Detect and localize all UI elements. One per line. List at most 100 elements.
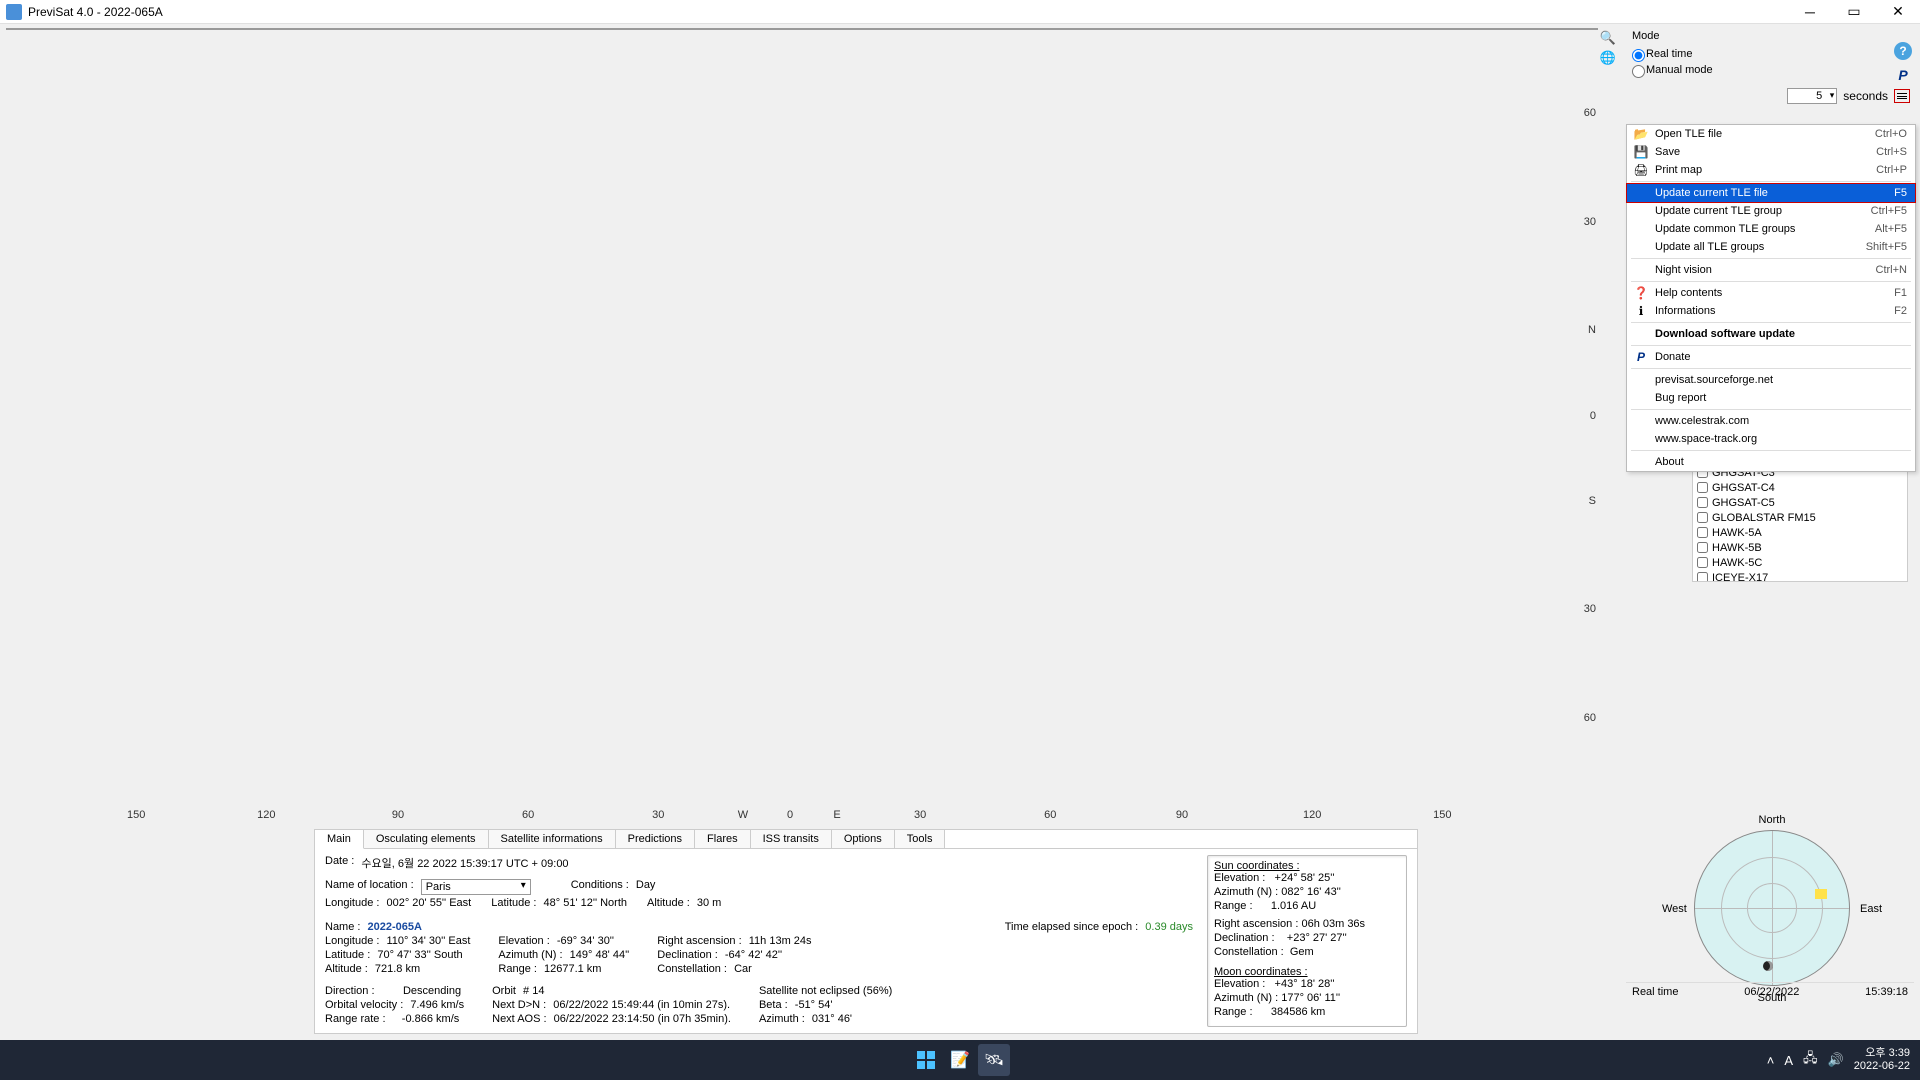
- loc-name-label: Name of location :: [325, 879, 414, 895]
- paypal-icon[interactable]: P: [1894, 66, 1912, 84]
- menu-bug-report[interactable]: Bug report: [1627, 389, 1915, 407]
- app-icon: [6, 4, 22, 20]
- map-side-tools: 🔍 🌐: [1600, 26, 1618, 823]
- satlist-item[interactable]: HAWK-5B: [1693, 540, 1907, 555]
- lat-tick: 0: [1590, 410, 1596, 422]
- taskbar-previsat[interactable]: 🛰: [978, 1044, 1010, 1076]
- folder-icon: 📂: [1633, 126, 1649, 142]
- menu-print[interactable]: 🖨Print mapCtrl+P: [1627, 161, 1915, 179]
- lat-tick: 30: [1584, 603, 1596, 615]
- satlist-item[interactable]: HAWK-5A: [1693, 525, 1907, 540]
- menu-update-common-groups[interactable]: Update common TLE groupsAlt+F5: [1627, 220, 1915, 238]
- menu-about[interactable]: About: [1627, 453, 1915, 471]
- minimize-button[interactable]: ─: [1788, 0, 1832, 24]
- lon-tick: 60: [1044, 809, 1056, 821]
- sky-compass: North South West East: [1662, 814, 1882, 1004]
- sat-name-value: 2022-065A: [368, 921, 422, 933]
- tab-osculating-elements[interactable]: Osculating elements: [364, 830, 489, 848]
- taskbar[interactable]: 📝 🛰 ˄ A 🖧 🔊 오후 3:39 2022-06-22: [0, 1040, 1920, 1080]
- right-pane: Mode Real time Manual mode ? P 5 seconds…: [1622, 24, 1920, 1040]
- menu-button[interactable]: [1894, 89, 1910, 103]
- satlist-checkbox[interactable]: [1697, 512, 1708, 523]
- close-button[interactable]: ✕: [1876, 0, 1920, 24]
- help-icon[interactable]: ?: [1894, 42, 1912, 60]
- tab-tools[interactable]: Tools: [895, 830, 946, 848]
- satlist-item[interactable]: GHGSAT-C5: [1693, 495, 1907, 510]
- tab-predictions[interactable]: Predictions: [616, 830, 695, 848]
- window-title: PreviSat 4.0 - 2022-065A: [28, 5, 1788, 19]
- satlist-item[interactable]: HAWK-5C: [1693, 555, 1907, 570]
- sun-moon-box: Sun coordinates : Elevation : +24° 58' 2…: [1207, 855, 1407, 1027]
- lon-tick: 150: [1433, 809, 1451, 821]
- info-panel: MainOsculating elementsSatellite informa…: [314, 829, 1418, 1034]
- satlist-checkbox[interactable]: [1697, 557, 1708, 568]
- menu-update-all-groups[interactable]: Update all TLE groupsShift+F5: [1627, 238, 1915, 256]
- mode-manual[interactable]: Manual mode: [1632, 62, 1910, 78]
- status-mode: Real time: [1632, 986, 1678, 998]
- tray-volume-icon[interactable]: 🔊: [1828, 1052, 1844, 1068]
- paypal-icon-small: P: [1633, 349, 1649, 365]
- system-tray[interactable]: ˄ A 🖧 🔊 오후 3:39 2022-06-22: [1767, 1047, 1920, 1073]
- interval-unit: seconds: [1843, 89, 1888, 103]
- menu-update-tle-file[interactable]: Update current TLE fileF5: [1626, 183, 1916, 203]
- world-map[interactable]: Paris 2022-065A 2022-065B 2022-065: [6, 28, 1598, 30]
- menu-celestrak[interactable]: www.celestrak.com: [1627, 412, 1915, 430]
- lat-tick: N: [1588, 324, 1596, 336]
- menu-donate[interactable]: PDonate: [1627, 348, 1915, 366]
- sat-name-label: Name :: [325, 921, 360, 933]
- tab-options[interactable]: Options: [832, 830, 895, 848]
- map-svg: Paris 2022-065A 2022-065B 2022-065: [7, 29, 1597, 30]
- menu-informations[interactable]: ℹInformationsF2: [1627, 302, 1915, 320]
- menu-space-track[interactable]: www.space-track.org: [1627, 430, 1915, 448]
- satlist-checkbox[interactable]: [1697, 572, 1708, 582]
- tab-satellite-informations[interactable]: Satellite informations: [489, 830, 616, 848]
- location-select[interactable]: Paris: [421, 879, 531, 895]
- menu-night-vision[interactable]: Night visionCtrl+N: [1627, 261, 1915, 279]
- tab-bar: MainOsculating elementsSatellite informa…: [315, 830, 1417, 849]
- map-tick-layer: 6030N0S3060150120906030W0E306090120150: [6, 28, 1574, 803]
- menu-open-tle[interactable]: 📂Open TLE fileCtrl+O: [1627, 125, 1915, 143]
- menu-sourceforge[interactable]: previsat.sourceforge.net: [1627, 371, 1915, 389]
- left-pane: Paris 2022-065A 2022-065B 2022-065: [0, 24, 1622, 1040]
- satellite-list[interactable]: GHGSAT-C3GHGSAT-C4GHGSAT-C5GLOBALSTAR FM…: [1692, 464, 1908, 582]
- zoom-icon[interactable]: 🔍: [1600, 30, 1616, 46]
- taskbar-clock[interactable]: 오후 3:39 2022-06-22: [1854, 1047, 1910, 1073]
- satlist-item[interactable]: ICEYE-X17: [1693, 570, 1907, 582]
- status-date: 06/22/2022: [1744, 986, 1799, 998]
- tray-network-icon[interactable]: 🖧: [1803, 1049, 1818, 1071]
- tray-chevron-icon[interactable]: ˄: [1767, 1053, 1775, 1068]
- satlist-checkbox[interactable]: [1697, 497, 1708, 508]
- satlist-item[interactable]: GLOBALSTAR FM15: [1693, 510, 1907, 525]
- lat-tick: 30: [1584, 216, 1596, 228]
- lon-tick: 150: [127, 809, 145, 821]
- satlist-checkbox[interactable]: [1697, 542, 1708, 553]
- mode-realtime[interactable]: Real time: [1632, 46, 1910, 62]
- sky-circle[interactable]: [1694, 830, 1850, 986]
- satlist-item[interactable]: GHGSAT-C4: [1693, 480, 1907, 495]
- menu-update-tle-group[interactable]: Update current TLE groupCtrl+F5: [1627, 202, 1915, 220]
- start-icon[interactable]: [910, 1044, 942, 1076]
- menu-save[interactable]: 💾SaveCtrl+S: [1627, 143, 1915, 161]
- interval-spinner[interactable]: 5: [1787, 88, 1837, 104]
- satlist-checkbox[interactable]: [1697, 482, 1708, 493]
- menu-help[interactable]: ❓Help contentsF1: [1627, 284, 1915, 302]
- taskbar-app-1[interactable]: 📝: [944, 1044, 976, 1076]
- title-bar: PreviSat 4.0 - 2022-065A ─ ▭ ✕: [0, 0, 1920, 24]
- date-label: Date :: [325, 855, 354, 871]
- menu-download-update[interactable]: Download software update: [1627, 325, 1915, 343]
- lon-tick: 90: [392, 809, 404, 821]
- lat-tick: S: [1589, 495, 1596, 507]
- globe-icon[interactable]: 🌐: [1600, 50, 1616, 66]
- tray-language-icon[interactable]: A: [1784, 1053, 1793, 1068]
- status-time: 15:39:18: [1865, 986, 1908, 998]
- satlist-checkbox[interactable]: [1697, 527, 1708, 538]
- status-bar: Real time 06/22/2022 15:39:18: [1626, 982, 1914, 1000]
- tab-iss-transits[interactable]: ISS transits: [751, 830, 832, 848]
- tab-main[interactable]: Main: [315, 830, 364, 849]
- tab-flares[interactable]: Flares: [695, 830, 751, 848]
- lon-tick: 0: [787, 809, 793, 821]
- print-icon: 🖨: [1633, 162, 1649, 178]
- lon-tick: 120: [257, 809, 275, 821]
- maximize-button[interactable]: ▭: [1832, 0, 1876, 24]
- lon-tick: 90: [1176, 809, 1188, 821]
